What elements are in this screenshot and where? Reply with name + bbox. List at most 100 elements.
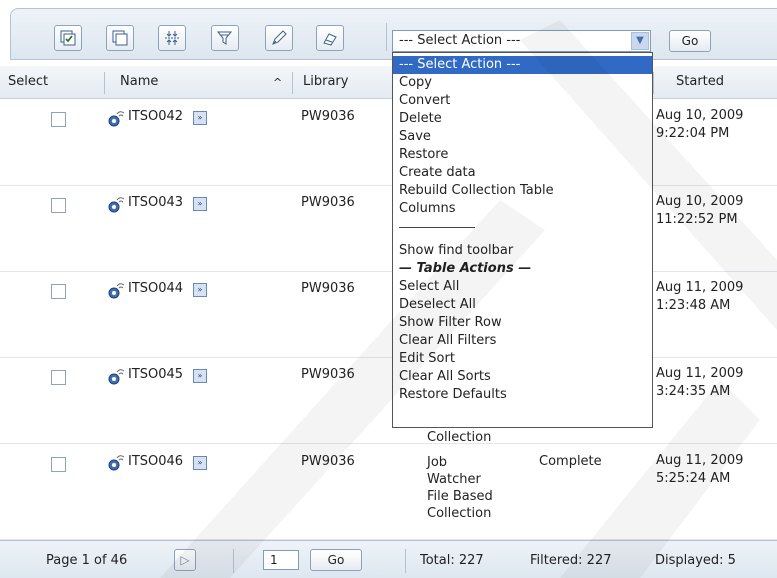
- started-date: Aug 10, 2009: [656, 194, 744, 209]
- row-checkbox[interactable]: [51, 112, 66, 127]
- menu-item-select-all[interactable]: Select All: [393, 278, 652, 296]
- menu-arrow-icon[interactable]: »: [193, 111, 207, 125]
- menu-item-restore[interactable]: Restore: [393, 146, 652, 164]
- job-name[interactable]: ITSO045: [128, 367, 183, 382]
- menu-item-select-action[interactable]: --- Select Action ---: [393, 56, 652, 74]
- job-name[interactable]: ITSO042: [128, 109, 183, 124]
- started-date: Aug 11, 2009: [656, 453, 744, 468]
- select-action-menu: --- Select Action --- Copy Convert Delet…: [392, 52, 653, 428]
- row-checkbox[interactable]: [51, 457, 66, 472]
- deselect-all-button[interactable]: [106, 25, 134, 51]
- started-date: Aug 11, 2009: [656, 366, 744, 381]
- select-action-value: --- Select Action ---: [399, 33, 521, 48]
- job-description-line: Collection: [427, 506, 492, 521]
- column-library[interactable]: Library: [303, 74, 348, 89]
- job-name[interactable]: ITSO046: [128, 454, 183, 469]
- job-watcher-icon: [108, 283, 125, 299]
- filtered-count: Filtered: 227: [530, 553, 612, 568]
- job-name[interactable]: ITSO044: [128, 281, 183, 296]
- started-time: 3:24:35 AM: [656, 384, 731, 399]
- menu-item-restore-defaults[interactable]: Restore Defaults: [393, 386, 652, 404]
- column-divider: [653, 72, 654, 94]
- sort-ascending-icon[interactable]: ^: [273, 76, 282, 89]
- menu-item-rebuild-collection-table[interactable]: Rebuild Collection Table: [393, 182, 652, 200]
- job-description: Job Watcher File Based Collection: [427, 454, 493, 522]
- table-row: ITSO044 » PW9036 Aug 11, 2009 1:23:48 AM: [0, 271, 777, 358]
- menu-item-deselect-all[interactable]: Deselect All: [393, 296, 652, 314]
- menu-item-columns[interactable]: Columns: [393, 200, 652, 218]
- expand-button[interactable]: [158, 25, 186, 51]
- clear-button[interactable]: [316, 25, 344, 51]
- clear-icon: [323, 33, 337, 46]
- job-library: PW9036: [301, 195, 355, 210]
- row-checkbox[interactable]: [51, 284, 66, 299]
- menu-item-show-find-toolbar[interactable]: Show find toolbar: [393, 242, 652, 260]
- select-all-icon: [60, 30, 76, 46]
- copy-icon: [112, 30, 128, 46]
- column-name[interactable]: Name: [120, 74, 158, 89]
- job-started: Aug 11, 2009 5:25:24 AM: [656, 452, 743, 488]
- edit-button[interactable]: [265, 25, 293, 51]
- job-watcher-icon: [108, 369, 125, 385]
- find-icon: [216, 31, 233, 45]
- page-number-input[interactable]: 1: [263, 550, 299, 570]
- row-checkbox[interactable]: [51, 198, 66, 213]
- menu-item-clear-all-filters[interactable]: Clear All Filters: [393, 332, 652, 350]
- menu-item-edit-sort[interactable]: Edit Sort: [393, 350, 652, 368]
- table-row: ITSO043 » PW9036 Aug 10, 2009 11:22:52 P…: [0, 185, 777, 272]
- menu-arrow-icon[interactable]: »: [193, 369, 207, 383]
- menu-item-show-filter-row[interactable]: Show Filter Row: [393, 314, 652, 332]
- menu-item-clear-all-sorts[interactable]: Clear All Sorts: [393, 368, 652, 386]
- footer-divider: [233, 549, 234, 573]
- menu-arrow-icon[interactable]: »: [193, 283, 207, 297]
- chevron-down-icon[interactable]: ▼: [631, 32, 649, 50]
- menu-item-copy[interactable]: Copy: [393, 74, 652, 92]
- started-time: 5:25:24 AM: [656, 471, 731, 486]
- column-started[interactable]: Started: [676, 74, 724, 89]
- table-header: Select Name ^ Library Started: [0, 66, 777, 99]
- job-library: PW9036: [301, 454, 355, 469]
- displayed-count: Displayed: 5: [655, 553, 736, 568]
- menu-item-convert[interactable]: Convert: [393, 92, 652, 110]
- filter-button[interactable]: [211, 25, 239, 51]
- job-started: Aug 10, 2009 9:22:04 PM: [656, 107, 743, 143]
- toolbar-divider: [386, 23, 387, 51]
- menu-item-delete[interactable]: Delete: [393, 110, 652, 128]
- table-row: ITSO046 » PW9036 Job Watcher File Based …: [0, 443, 777, 540]
- job-status: Complete: [539, 454, 602, 469]
- footer-divider: [405, 549, 406, 573]
- edit-icon: [272, 30, 287, 45]
- page-indicator: Page 1 of 46: [46, 553, 128, 568]
- table-row: ITSO045 » PW9036 Collection Aug 11, 2009…: [0, 357, 777, 445]
- go-button[interactable]: Go: [669, 30, 711, 52]
- next-page-button[interactable]: ▷: [174, 549, 196, 571]
- job-started: Aug 11, 2009 1:23:48 AM: [656, 279, 743, 315]
- job-description-line: File Based: [427, 489, 493, 504]
- go-page-button[interactable]: Go: [310, 549, 362, 571]
- started-time: 1:23:48 AM: [656, 298, 731, 313]
- job-started: Aug 10, 2009 11:22:52 PM: [656, 193, 743, 229]
- job-description-line: Watcher: [427, 472, 481, 487]
- job-started: Aug 11, 2009 3:24:35 AM: [656, 365, 743, 401]
- row-checkbox[interactable]: [51, 370, 66, 385]
- menu-section-table-actions: — Table Actions —: [399, 261, 532, 276]
- table-footer: Page 1 of 46 ▷ 1 Go Total: 227 Filtered:…: [0, 540, 777, 578]
- total-count: Total: 227: [420, 553, 484, 568]
- menu-arrow-icon[interactable]: »: [193, 197, 207, 211]
- menu-separator: [399, 227, 475, 228]
- table-row: ITSO042 » PW9036 Aug 10, 2009 9:22:04 PM: [0, 99, 777, 186]
- started-time: 9:22:04 PM: [656, 126, 730, 141]
- select-action-dropdown[interactable]: --- Select Action --- ▼: [392, 30, 651, 52]
- job-watcher-icon: [108, 197, 125, 213]
- job-description-line: Job: [427, 455, 448, 470]
- job-library: PW9036: [301, 281, 355, 296]
- job-table-window: --- Select Action --- ▼ Go Select Name ^…: [0, 0, 777, 578]
- column-select[interactable]: Select: [8, 74, 48, 89]
- job-name[interactable]: ITSO043: [128, 195, 183, 210]
- select-all-button[interactable]: [54, 25, 82, 51]
- filter-icon: [165, 31, 179, 45]
- menu-item-create-data[interactable]: Create data: [393, 164, 652, 182]
- menu-item-save[interactable]: Save: [393, 128, 652, 146]
- menu-arrow-icon[interactable]: »: [193, 456, 207, 470]
- job-library: PW9036: [301, 109, 355, 124]
